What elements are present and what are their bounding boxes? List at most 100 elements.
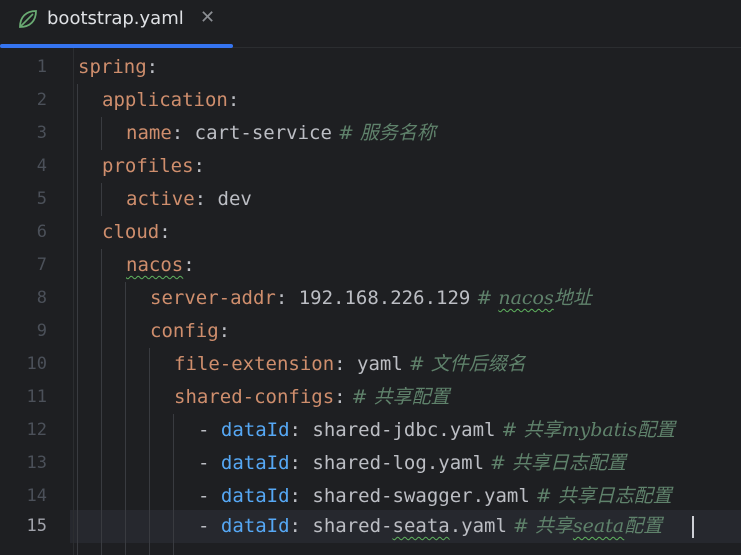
colon: :: [334, 386, 346, 408]
colon: :: [159, 221, 171, 243]
yaml-value-word: seata: [392, 515, 450, 537]
colon: :: [218, 320, 231, 342]
code-line: server-addr: 192.168.226.129 # nacos地址: [150, 282, 592, 315]
line-number: 11: [26, 387, 47, 407]
yaml-comment: # 共享日志配置: [529, 485, 672, 507]
list-dash: -: [198, 452, 221, 474]
yaml-comment: # 共享mybatis配置: [495, 419, 676, 441]
line-number: 7: [36, 255, 47, 275]
code-line: cloud:: [102, 216, 171, 249]
line-number: 5: [36, 189, 47, 209]
indent-guide: [101, 183, 102, 216]
spring-leaf-icon: [16, 7, 40, 31]
line-number: 2: [36, 90, 47, 110]
indent-guide: [149, 348, 150, 555]
indent-guide: [101, 117, 102, 150]
line-number: 8: [36, 288, 47, 308]
indent-guide: [125, 282, 126, 555]
indent-guide: [173, 414, 174, 555]
colon: :: [289, 419, 301, 441]
colon: :: [289, 485, 301, 507]
code-line: name: cart-service # 服务名称: [126, 117, 436, 150]
yaml-value: shared-jdbc.yaml: [300, 419, 496, 441]
yaml-key: active: [126, 188, 195, 210]
yaml-key: dataId: [220, 419, 290, 441]
list-dash: -: [198, 419, 221, 441]
yaml-value: shared-swagger.yaml: [300, 485, 530, 507]
yaml-comment: #: [470, 287, 499, 309]
yaml-value: 192.168.226.129: [287, 287, 471, 309]
line-number-current: 15: [26, 516, 47, 536]
colon: :: [334, 353, 346, 375]
code-line: file-extension: yaml # 文件后缀名: [174, 348, 526, 381]
line-number: 6: [36, 222, 47, 242]
yaml-key: spring: [78, 56, 147, 78]
colon: :: [227, 89, 240, 111]
yaml-comment: # 共享: [506, 515, 573, 537]
list-dash: -: [198, 515, 221, 537]
yaml-key: dataId: [220, 515, 290, 537]
yaml-comment: # 文件后缀名: [402, 353, 526, 375]
yaml-key: name: [126, 122, 172, 144]
line-number-gutter: 1 2 3 4 5 6 7 8 9 10 11 12 13 14 15: [0, 48, 70, 555]
gutter-divider: [73, 48, 74, 555]
yaml-key: dataId: [220, 485, 290, 507]
yaml-value: dev: [206, 188, 252, 210]
yaml-value: shared-: [300, 515, 393, 537]
yaml-key: config: [150, 320, 219, 342]
code-line: profiles:: [102, 150, 205, 183]
colon: :: [194, 188, 207, 210]
yaml-comment: # 共享配置: [345, 386, 450, 408]
code-line: application:: [102, 84, 239, 117]
yaml-key: server-addr: [150, 287, 276, 309]
yaml-comment: 配置: [624, 515, 663, 537]
code-line: config:: [150, 315, 230, 348]
line-number: 9: [36, 321, 47, 341]
line-number: 12: [26, 420, 47, 440]
yaml-comment: # 服务名称: [331, 122, 436, 144]
editor-tab-bar: bootstrap.yaml ✕: [0, 0, 741, 48]
yaml-key: shared-configs: [174, 386, 335, 408]
code-line: nacos:: [126, 249, 195, 282]
indent-guide: [101, 249, 102, 555]
close-icon[interactable]: ✕: [200, 7, 215, 29]
line-number: 14: [26, 486, 47, 506]
colon: :: [171, 122, 184, 144]
yaml-value: cart-service: [183, 122, 332, 144]
code-line: - dataId: shared-log.yaml # 共享日志配置: [198, 447, 626, 480]
yaml-key: dataId: [220, 452, 290, 474]
colon: :: [146, 56, 159, 78]
code-line: active: dev: [126, 183, 252, 216]
code-line: - dataId: shared-jdbc.yaml # 共享mybatis配置: [198, 414, 675, 447]
line-number: 3: [36, 123, 47, 143]
tab-filename: bootstrap.yaml: [47, 8, 184, 29]
text-caret: [692, 516, 694, 538]
yaml-key: file-extension: [174, 353, 335, 375]
yaml-comment-word: nacos: [498, 287, 554, 309]
code-line: - dataId: shared-swagger.yaml # 共享日志配置: [198, 480, 672, 513]
colon: :: [289, 515, 301, 537]
line-number: 10: [26, 354, 47, 374]
line-number: 13: [26, 453, 47, 473]
yaml-key: profiles: [102, 155, 194, 177]
code-line: spring:: [78, 51, 158, 84]
tab-bootstrap-yaml[interactable]: bootstrap.yaml ✕: [0, 0, 233, 48]
yaml-comment: 地址: [553, 287, 592, 309]
colon: :: [275, 287, 288, 309]
line-number: 4: [36, 156, 47, 176]
code-line: shared-configs: # 共享配置: [174, 381, 450, 414]
line-number: 1: [36, 57, 47, 77]
yaml-comment: # 共享日志配置: [484, 452, 627, 474]
colon: :: [289, 452, 301, 474]
yaml-key: cloud: [102, 221, 160, 243]
yaml-value: shared-log.yaml: [300, 452, 485, 474]
yaml-value: yaml: [345, 353, 403, 375]
yaml-key: application: [102, 89, 228, 111]
yaml-comment-word: seata: [572, 515, 625, 537]
list-dash: -: [198, 485, 221, 507]
colon: :: [183, 254, 195, 276]
code-editor[interactable]: 1 2 3 4 5 6 7 8 9 10 11 12 13 14 15 spri…: [0, 48, 741, 555]
code-line-current: - dataId: shared-seata.yaml # 共享seata配置: [198, 510, 662, 543]
yaml-value: .yaml: [449, 515, 507, 537]
colon: :: [193, 155, 205, 177]
